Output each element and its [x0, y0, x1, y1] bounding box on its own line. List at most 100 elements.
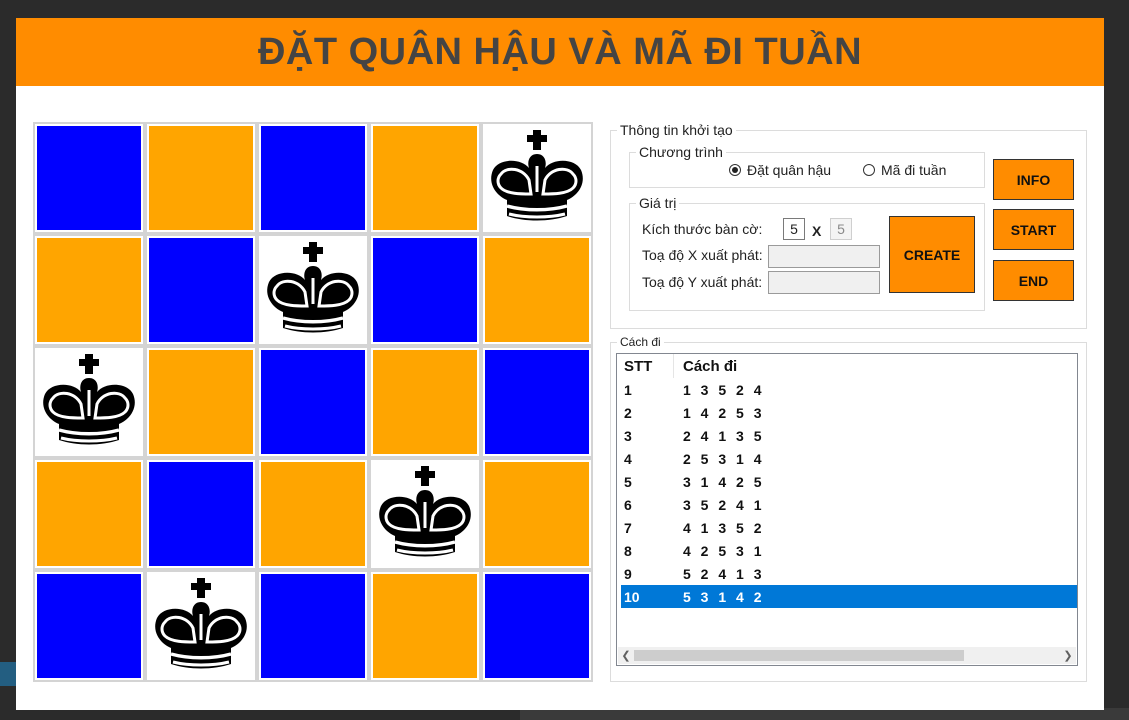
radio-knights-tour[interactable]: Mã đi tuần: [863, 162, 946, 178]
radio-indicator-unchecked[interactable]: [863, 164, 875, 176]
blue-square: [261, 350, 365, 454]
board-cell-3-1[interactable]: [145, 458, 257, 570]
moves-list-header: STT Cách đi: [617, 354, 1077, 378]
row-stt: 8: [624, 543, 632, 559]
background-taskbar-fragment: [0, 662, 16, 686]
row-moves: 3 5 2 4 1: [683, 497, 765, 513]
orange-square: [37, 238, 141, 342]
board-cell-0-2[interactable]: [257, 122, 369, 234]
board-cell-0-0[interactable]: [33, 122, 145, 234]
app-window: ĐẶT QUÂN HẬU VÀ MÃ ĐI TUẦN Thông tin khở…: [16, 18, 1104, 710]
radio-queens-label: Đặt quân hậu: [747, 162, 832, 178]
row-stt: 2: [624, 405, 632, 421]
board-cell-3-2[interactable]: [257, 458, 369, 570]
orange-square: [373, 126, 477, 230]
program-group: Chương trình Đặt quân hậu Mã đi tuần: [629, 144, 985, 188]
row-stt: 1: [624, 382, 632, 398]
board-size-x-input[interactable]: 5: [783, 218, 805, 240]
board-cell-3-3[interactable]: [369, 458, 481, 570]
blue-square: [149, 462, 253, 566]
radio-knights-tour-label: Mã đi tuần: [881, 162, 947, 178]
black-king-piece-icon: [43, 354, 135, 445]
create-button[interactable]: CREATE: [889, 216, 975, 293]
board-cell-4-2[interactable]: [257, 570, 369, 682]
orange-square: [37, 462, 141, 566]
black-king-piece-icon: [267, 242, 359, 333]
row-stt: 10: [624, 589, 640, 605]
board-cell-2-1[interactable]: [145, 346, 257, 458]
init-info-legend: Thông tin khởi tạo: [617, 122, 736, 138]
scrollbar-thumb[interactable]: [634, 650, 964, 661]
end-button[interactable]: END: [993, 260, 1074, 301]
board-cell-2-3[interactable]: [369, 346, 481, 458]
queen-square: [149, 574, 253, 678]
board-cell-4-4[interactable]: [481, 570, 593, 682]
board-cell-2-0[interactable]: [33, 346, 145, 458]
moves-list-row[interactable]: 6 3 5 2 4 1: [621, 493, 1077, 516]
moves-list-row[interactable]: 4 2 5 3 1 4: [621, 447, 1077, 470]
row-moves: 5 3 1 4 2: [683, 589, 765, 605]
row-moves: 4 2 5 3 1: [683, 543, 765, 559]
row-moves: 2 5 3 1 4: [683, 451, 765, 467]
moves-list-row[interactable]: 3 2 4 1 3 5: [621, 424, 1077, 447]
board-cell-1-2[interactable]: [257, 234, 369, 346]
board-cell-2-4[interactable]: [481, 346, 593, 458]
board-cell-1-3[interactable]: [369, 234, 481, 346]
blue-square: [37, 574, 141, 678]
app-title: ĐẶT QUÂN HẬU VÀ MÃ ĐI TUẦN: [257, 30, 863, 73]
board-cell-1-1[interactable]: [145, 234, 257, 346]
moves-list-row[interactable]: 8 4 2 5 3 1: [621, 539, 1077, 562]
start-y-input[interactable]: [768, 271, 880, 294]
row-moves: 5 2 4 1 3: [683, 566, 765, 582]
board-size-label: Kích thước bàn cờ:: [642, 221, 763, 237]
orange-square: [485, 238, 589, 342]
blue-square: [261, 126, 365, 230]
board-cell-3-0[interactable]: [33, 458, 145, 570]
radio-indicator-checked[interactable]: [729, 164, 741, 176]
column-divider[interactable]: [673, 354, 674, 378]
board-cell-1-4[interactable]: [481, 234, 593, 346]
start-button[interactable]: START: [993, 209, 1074, 250]
start-x-input[interactable]: [768, 245, 880, 268]
board-cell-4-0[interactable]: [33, 570, 145, 682]
board-cell-0-4[interactable]: [481, 122, 593, 234]
row-stt: 9: [624, 566, 632, 582]
moves-list-row[interactable]: 9 5 2 4 1 3: [621, 562, 1077, 585]
scroll-right-icon[interactable]: ❯: [1060, 647, 1076, 664]
orange-square: [373, 574, 477, 678]
moves-list-row[interactable]: 1 1 3 5 2 4: [621, 378, 1077, 401]
values-group: Giá trị Kích thước bàn cờ: 5 X 5 Toạ độ …: [629, 195, 985, 311]
row-stt: 7: [624, 520, 632, 536]
start-y-label: Toạ độ Y xuất phát:: [642, 274, 763, 290]
row-stt: 4: [624, 451, 632, 467]
orange-square: [149, 350, 253, 454]
queen-square: [373, 462, 477, 566]
board-cell-0-1[interactable]: [145, 122, 257, 234]
moves-list-row[interactable]: 7 4 1 3 5 2: [621, 516, 1077, 539]
blue-square: [149, 238, 253, 342]
scroll-left-icon[interactable]: ❮: [618, 647, 634, 664]
radio-queens[interactable]: Đặt quân hậu: [729, 162, 831, 178]
column-header-moves[interactable]: Cách đi: [683, 358, 737, 375]
moves-list-row[interactable]: 5 3 1 4 2 5: [621, 470, 1077, 493]
start-x-label: Toạ độ X xuất phát:: [642, 247, 763, 263]
board-cell-3-4[interactable]: [481, 458, 593, 570]
column-header-stt[interactable]: STT: [624, 358, 652, 375]
moves-list-row[interactable]: 2 1 4 2 5 3: [621, 401, 1077, 424]
row-moves: 1 3 5 2 4: [683, 382, 765, 398]
board-cell-2-2[interactable]: [257, 346, 369, 458]
moves-list-row[interactable]: 10 5 3 1 4 2: [621, 585, 1077, 608]
horizontal-scrollbar[interactable]: ❮ ❯: [618, 647, 1076, 664]
info-button[interactable]: INFO: [993, 159, 1074, 200]
board-cell-4-1[interactable]: [145, 570, 257, 682]
app-title-banner: ĐẶT QUÂN HẬU VÀ MÃ ĐI TUẦN: [16, 18, 1104, 86]
moves-list[interactable]: STT Cách đi 1 1 3 5 2 4 2 1 4 2 5 3 3 2 4 1 3…: [616, 353, 1078, 666]
board-cell-4-3[interactable]: [369, 570, 481, 682]
black-king-piece-icon: [491, 130, 583, 221]
board-cell-1-0[interactable]: [33, 234, 145, 346]
row-moves: 4 1 3 5 2: [683, 520, 765, 536]
black-king-piece-icon: [379, 466, 471, 557]
row-moves: 3 1 4 2 5: [683, 474, 765, 490]
queen-square: [261, 238, 365, 342]
board-cell-0-3[interactable]: [369, 122, 481, 234]
